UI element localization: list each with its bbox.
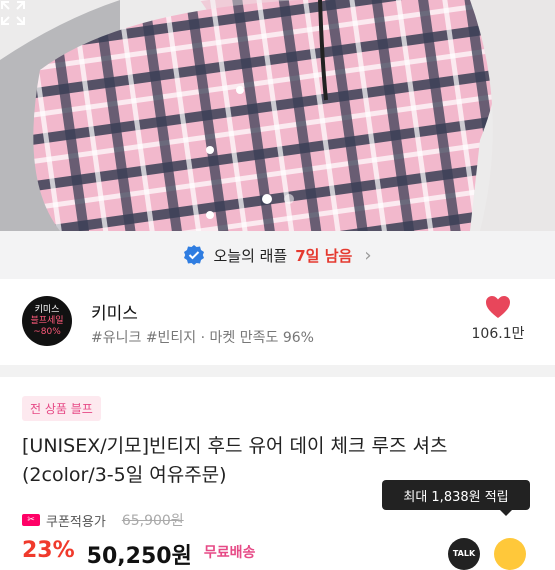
heart-icon bbox=[486, 296, 510, 318]
shop-logo-line3: ~80% bbox=[33, 326, 61, 337]
sale-price: 50,250원 bbox=[86, 544, 192, 569]
price-row: 23% 50,250원 무료배송 bbox=[22, 538, 255, 569]
free-shipping-label: 무료배송 bbox=[203, 545, 256, 561]
expand-icon[interactable] bbox=[0, 0, 26, 26]
talk-icon[interactable]: TALK bbox=[448, 538, 480, 570]
coupon-label: 쿠폰적용가 bbox=[46, 514, 106, 530]
shop-row[interactable]: 키미스 블프세일 ~80% 키미스 #유니크 #빈티지 · 마켓 만족도 96%… bbox=[0, 279, 555, 365]
gallery-dot-1[interactable] bbox=[261, 194, 272, 204]
like-button[interactable]: 106.1만 bbox=[463, 295, 533, 343]
shop-logo[interactable]: 키미스 블프세일 ~80% bbox=[22, 296, 72, 346]
gallery-pagination bbox=[0, 194, 555, 204]
points-icon[interactable] bbox=[494, 538, 526, 570]
shop-tags: #유니크 #빈티지 · 마켓 만족도 96% bbox=[91, 330, 314, 346]
original-price: 65,900원 bbox=[121, 513, 184, 529]
sale-badge: 전 상품 블프 bbox=[22, 396, 101, 421]
verified-badge-icon bbox=[184, 245, 205, 265]
product-image[interactable] bbox=[0, 0, 555, 231]
chevron-right-icon: › bbox=[364, 244, 372, 266]
raffle-banner[interactable]: 오늘의 래플 7일 남음 › bbox=[0, 231, 555, 279]
shop-name[interactable]: 키미스 bbox=[91, 299, 138, 324]
coupon-icon: ✂ bbox=[22, 514, 40, 526]
gallery-dot-2[interactable] bbox=[283, 194, 294, 204]
discount-rate: 23% bbox=[22, 538, 75, 563]
raffle-remaining: 7일 남음 bbox=[295, 246, 353, 265]
section-divider bbox=[0, 365, 555, 377]
raffle-label: 오늘의 래플 bbox=[213, 246, 288, 265]
shop-logo-line1: 키미스 bbox=[34, 304, 60, 315]
shop-logo-line2: 블프세일 bbox=[30, 315, 64, 326]
action-icons: TALK bbox=[448, 538, 526, 570]
coupon-price-row: ✂ 쿠폰적용가 65,900원 bbox=[22, 510, 184, 530]
like-count: 106.1만 bbox=[471, 326, 525, 342]
points-tooltip: 최대 1,838원 적립 bbox=[382, 480, 530, 516]
